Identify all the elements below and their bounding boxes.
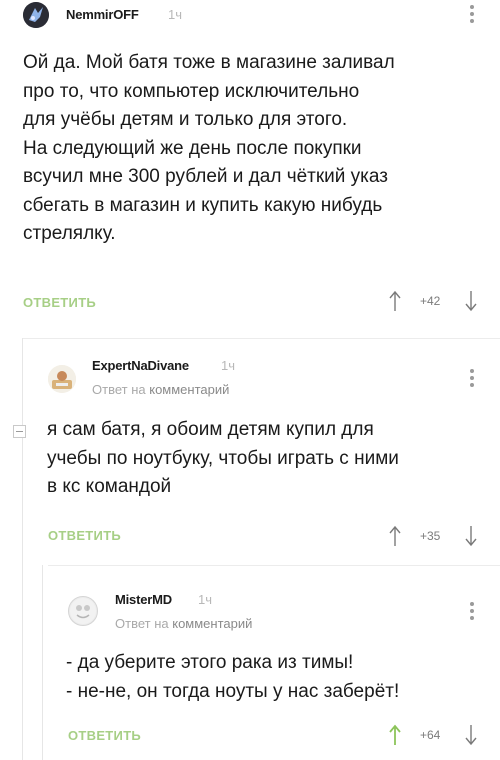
arrow-up-icon[interactable] [388, 724, 402, 746]
author-name[interactable]: MisterMD [115, 592, 172, 607]
avatar-image [23, 2, 49, 28]
arrow-down-icon[interactable] [464, 724, 478, 746]
vote-controls: +42 [388, 290, 483, 314]
reply-to-link[interactable]: Ответ на комментарий [115, 616, 252, 631]
arrow-up-icon[interactable] [388, 525, 402, 547]
arrow-down-icon[interactable] [464, 290, 478, 312]
avatar[interactable] [68, 596, 98, 626]
vote-controls: +35 [388, 525, 483, 549]
avatar[interactable] [23, 2, 49, 28]
avatar-image [70, 598, 96, 624]
arrow-down-icon[interactable] [464, 525, 478, 547]
comment-text: Ой да. Мой батя тоже в магазине заливал … [23, 52, 395, 244]
comment-time: 1ч [221, 358, 236, 373]
comment-time: 1ч [168, 7, 183, 22]
comment-text: я сам батя, я обоим детям купил для учеб… [47, 419, 399, 497]
score: +42 [420, 294, 441, 308]
reply-to-target[interactable]: комментарий [172, 616, 252, 631]
comment-expertnadivane: ExpertNaDivane 1ч Ответ на комментарий я… [0, 345, 500, 565]
reply-to-link[interactable]: Ответ на комментарий [92, 382, 229, 397]
arrow-up-icon[interactable] [388, 290, 402, 312]
vertical-dots-icon[interactable] [469, 5, 475, 25]
reply-button[interactable]: ОТВЕТИТЬ [48, 528, 121, 543]
reply-button[interactable]: ОТВЕТИТЬ [68, 728, 141, 743]
avatar[interactable] [48, 365, 76, 393]
comment-text: - да уберите этого рака из тимы! - не-не… [66, 652, 400, 702]
comment-nemmiroff: NemmirOFF 1ч Ой да. Мой батя тоже в мага… [0, 0, 500, 330]
reply-button[interactable]: ОТВЕТИТЬ [23, 295, 96, 310]
avatar-image [48, 365, 76, 393]
divider [23, 338, 500, 339]
vertical-dots-icon[interactable] [469, 602, 475, 622]
vote-controls: +64 [388, 724, 483, 748]
author-name[interactable]: ExpertNaDivane [92, 358, 189, 373]
reply-to-target[interactable]: комментарий [149, 382, 229, 397]
score: +35 [420, 529, 441, 543]
vertical-dots-icon[interactable] [469, 369, 475, 389]
author-name[interactable]: NemmirOFF [66, 7, 139, 22]
reply-to-prefix: Ответ на [92, 382, 146, 397]
score: +64 [420, 728, 441, 742]
reply-to-prefix: Ответ на [115, 616, 169, 631]
comment-time: 1ч [198, 592, 213, 607]
comment-mistermd: MisterMD 1ч Ответ на комментарий - да уб… [0, 572, 500, 760]
divider [48, 565, 500, 566]
